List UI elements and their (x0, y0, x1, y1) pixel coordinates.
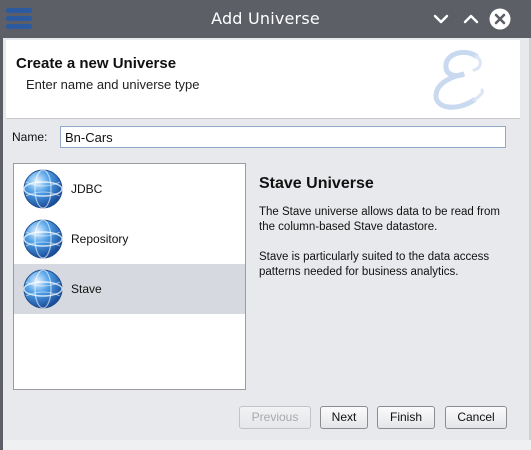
next-button[interactable]: Next (320, 406, 368, 429)
previous-button[interactable]: Previous (239, 406, 311, 429)
minimize-icon[interactable] (430, 8, 452, 30)
list-item-stave[interactable]: Stave (14, 264, 245, 314)
globe-icon (22, 218, 64, 260)
description-title: Stave Universe (259, 175, 374, 192)
cancel-button[interactable]: Cancel (445, 406, 507, 429)
list-item-label: Stave (71, 282, 102, 296)
description-paragraph: The Stave universe allows data to be rea… (259, 206, 500, 233)
wizard-subtitle: Enter name and universe type (26, 77, 200, 92)
wizard-title: Create a new Universe (16, 55, 177, 72)
name-label: Name: (12, 130, 48, 144)
title-bar: Add Universe (0, 0, 531, 38)
script-e-logo (424, 46, 494, 114)
finish-button[interactable]: Finish (377, 406, 435, 429)
list-item-label: JDBC (71, 182, 103, 196)
description-paragraph: Stave is particularly suited to the data… (259, 251, 490, 278)
globe-icon (22, 268, 64, 310)
universe-type-list: JDBC Repository Stave (13, 163, 246, 390)
list-item-repository[interactable]: Repository (14, 214, 245, 264)
window-bottom-edge (3, 440, 531, 450)
globe-icon (22, 168, 64, 210)
wizard-header: Create a new Universe Enter name and uni… (6, 40, 520, 119)
list-item-label: Repository (71, 232, 129, 246)
maximize-icon[interactable] (460, 8, 482, 30)
window-edge (0, 38, 3, 450)
list-item-jdbc[interactable]: JDBC (14, 164, 245, 214)
name-input[interactable] (60, 126, 506, 148)
close-icon[interactable] (489, 8, 511, 30)
